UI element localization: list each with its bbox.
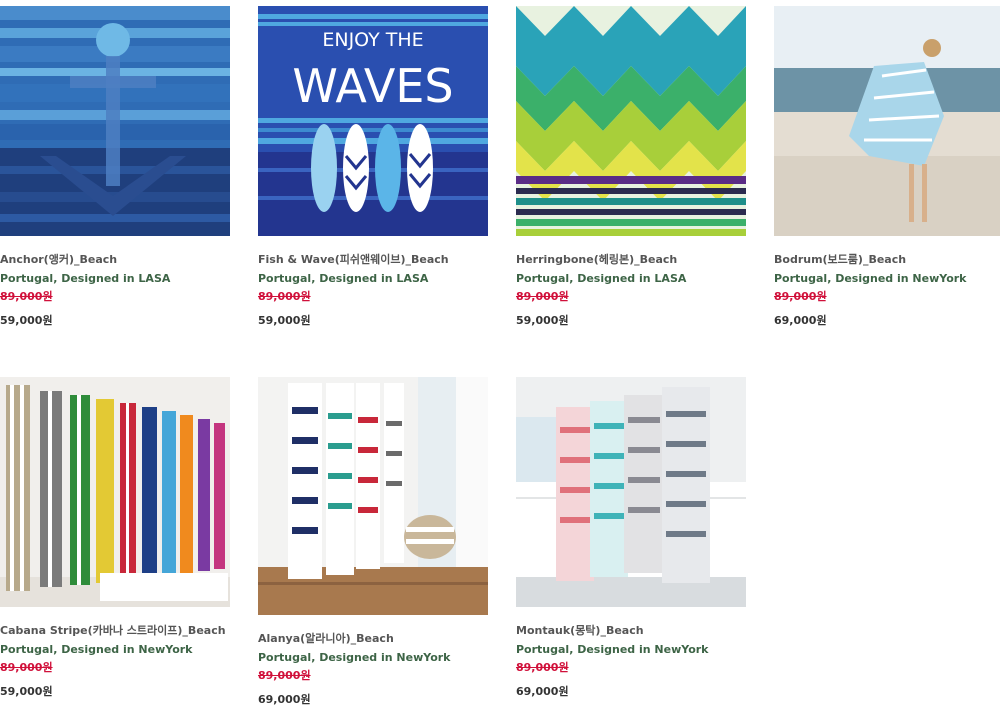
product-original-price: 89,000원 [516,661,569,674]
product-image-herringbone[interactable] [516,6,746,236]
product-original-price: 89,000원 [258,669,311,682]
product-name[interactable]: Fish & Wave(피쉬앤웨이브)_Beach [258,251,449,267]
product-price: 59,000원 [516,314,569,327]
product-original-price: 89,000원 [258,290,311,303]
product-image-fish-wave[interactable]: ENJOY THE WAVES [258,6,488,236]
product-original-price: 89,000원 [0,290,53,303]
product-card-bodrum[interactable]: Bodrum(보드룸)_Beach Portugal, Designed in … [774,0,1000,340]
product-origin: Portugal, Designed in NewYork [774,272,967,285]
image-text-enjoy: ENJOY THE [322,29,423,51]
product-original-price: 89,000원 [516,290,569,303]
product-name[interactable]: Alanya(알라니아)_Beach [258,630,394,646]
product-price: 59,000원 [0,685,53,698]
product-origin: Portugal, Designed in LASA [516,272,687,285]
product-price: 59,000원 [258,314,311,327]
product-origin: Portugal, Designed in NewYork [0,643,193,656]
product-card-fish-wave[interactable]: ENJOY THE WAVES Fish & Wave(피쉬앤웨이브)_Beac… [258,0,490,340]
product-original-price: 89,000원 [0,661,53,674]
product-price: 69,000원 [516,685,569,698]
product-origin: Portugal, Designed in NewYork [516,643,709,656]
product-price: 69,000원 [258,693,311,706]
product-image-alanya[interactable] [258,377,488,615]
product-card-montauk[interactable]: Montauk(몽탁)_Beach Portugal, Designed in … [516,360,748,710]
product-image-bodrum[interactable] [774,6,1000,236]
product-origin: Portugal, Designed in LASA [258,272,429,285]
product-name[interactable]: Herringbone(헤링본)_Beach [516,251,677,267]
product-card-herringbone[interactable]: Herringbone(헤링본)_Beach Portugal, Designe… [516,0,748,340]
product-origin: Portugal, Designed in LASA [0,272,171,285]
product-name[interactable]: Cabana Stripe(카바나 스트라이프)_Beach [0,622,226,638]
product-card-alanya[interactable]: Alanya(알라니아)_Beach Portugal, Designed in… [258,360,490,710]
product-card-anchor[interactable]: Anchor(앵커)_Beach Portugal, Designed in L… [0,0,232,340]
product-image-cabana-stripe[interactable] [0,377,230,607]
product-original-price: 89,000원 [774,290,827,303]
product-price: 59,000원 [0,314,53,327]
product-card-cabana-stripe[interactable]: Cabana Stripe(카바나 스트라이프)_Beach Portugal,… [0,360,232,710]
product-name[interactable]: Montauk(몽탁)_Beach [516,622,644,638]
image-text-waves: WAVES [292,59,453,113]
product-name[interactable]: Anchor(앵커)_Beach [0,251,117,267]
product-name[interactable]: Bodrum(보드룸)_Beach [774,251,906,267]
product-image-montauk[interactable] [516,377,746,607]
product-price: 69,000원 [774,314,827,327]
product-origin: Portugal, Designed in NewYork [258,651,451,664]
product-image-anchor[interactable] [0,6,230,236]
